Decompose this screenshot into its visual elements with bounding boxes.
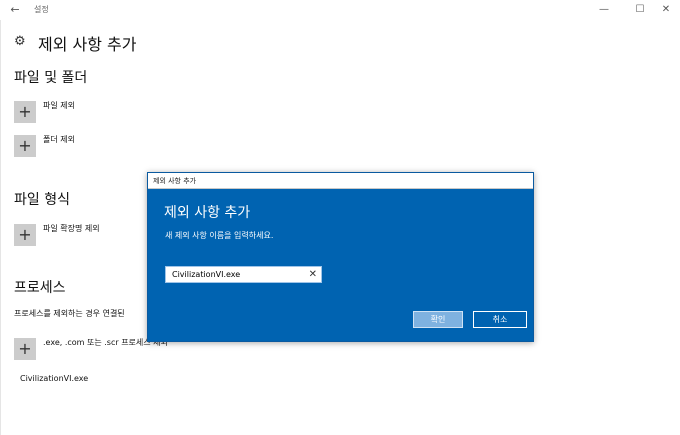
section-title-file-types: 파일 형식 (14, 192, 70, 208)
dialog-titlebar-text: 제외 사항 추가 (153, 177, 197, 185)
window-titlebar: ← 설정 — ☐ ✕ (0, 0, 680, 20)
back-arrow-icon[interactable]: ← (6, 2, 24, 18)
add-folder-label: 폴더 제외 (43, 135, 75, 144)
gear-icon: ⚙ (14, 34, 26, 49)
section-title-files-folders: 파일 및 폴더 (14, 70, 88, 86)
cancel-button[interactable]: 취소 (473, 311, 527, 328)
maximize-icon[interactable]: ☐ (626, 0, 654, 20)
minimize-icon[interactable]: — (590, 0, 618, 20)
dialog-heading: 제외 사항 추가 (164, 205, 251, 221)
exclusion-name-input[interactable]: CivilizationVI.exe ✕ (165, 266, 322, 283)
plus-icon: + (14, 135, 36, 157)
add-file-label: 파일 제외 (43, 101, 75, 110)
excluded-process-item[interactable]: CivilizationVI.exe (20, 374, 88, 383)
app-title: 설정 (34, 5, 49, 14)
window-left-border (0, 20, 1, 435)
plus-icon: + (14, 224, 36, 246)
plus-icon: + (14, 101, 36, 123)
page-title: 제외 사항 추가 (38, 35, 137, 54)
add-exclusion-dialog: 제외 사항 추가 제외 사항 추가 새 제외 사항 이름을 입력하세요. Civ… (147, 172, 534, 342)
dialog-titlebar: 제외 사항 추가 (148, 173, 533, 189)
section-title-processes: 프로세스 (14, 280, 66, 296)
ok-button[interactable]: 확인 (413, 311, 463, 328)
processes-description: 프로세스를 제외하는 경우 연결된 (14, 309, 125, 318)
close-icon[interactable]: ✕ (652, 0, 680, 20)
plus-icon: + (14, 338, 36, 360)
add-extension-label: 파일 확장명 제외 (43, 224, 100, 233)
dialog-prompt: 새 제외 사항 이름을 입력하세요. (165, 231, 274, 240)
exclusion-name-value: CivilizationVI.exe (172, 270, 241, 279)
clear-input-icon[interactable]: ✕ (309, 268, 317, 282)
